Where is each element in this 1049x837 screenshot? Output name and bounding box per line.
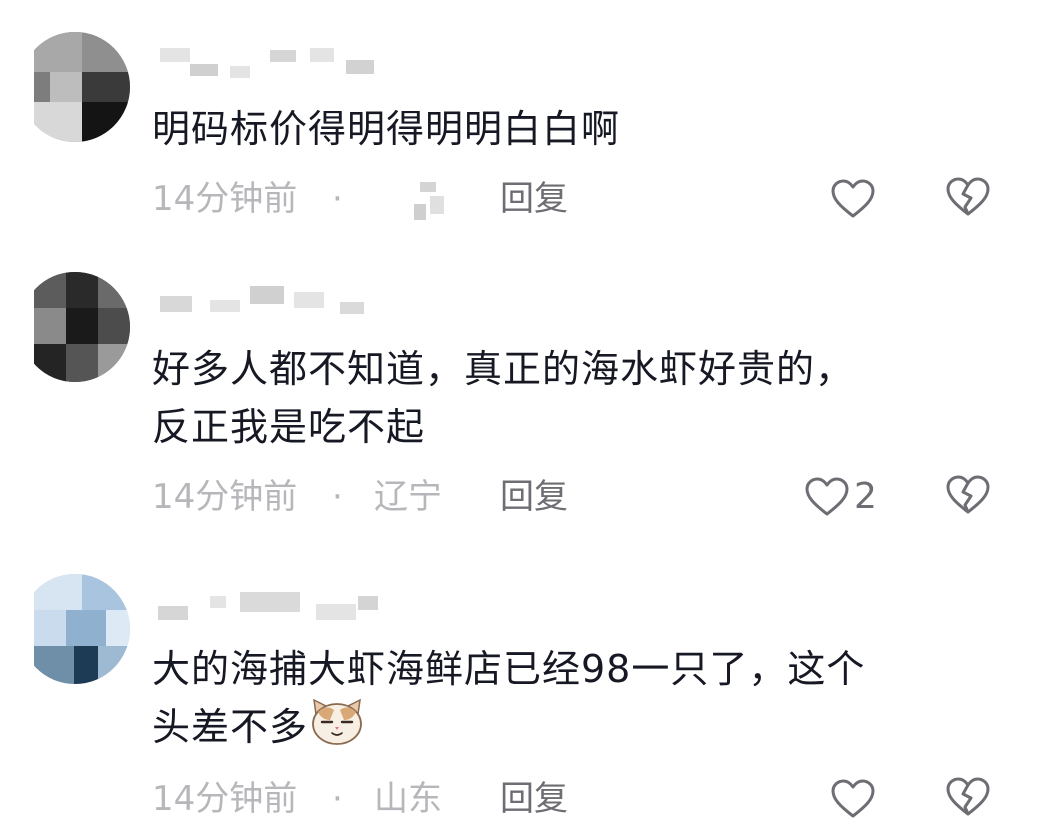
blurred-avatar-icon — [34, 574, 130, 684]
reply-button[interactable]: 回复 — [500, 174, 568, 224]
comment-location: 山东 — [374, 779, 442, 819]
heart-outline-icon — [831, 179, 875, 218]
broken-heart-icon — [946, 777, 990, 816]
reply-button[interactable]: 回复 — [500, 472, 568, 522]
reply-button[interactable]: 回复 — [500, 774, 568, 824]
like-count: 2 — [854, 476, 877, 517]
comment-text: 好多人都不知道，真正的海水虾好贵的， 反正我是吃不起 — [152, 347, 855, 449]
comment-time: 14分钟前 — [152, 477, 298, 517]
avatar[interactable] — [20, 32, 130, 142]
meta-separator: · — [332, 779, 343, 819]
dislike-button[interactable] — [945, 776, 991, 822]
comment-meta: 14分钟前 · 辽宁 回复 — [152, 472, 1032, 522]
location-blurred — [414, 182, 450, 222]
nickname-blurred[interactable] — [150, 592, 380, 622]
nickname-blurred[interactable] — [150, 286, 380, 316]
like-button[interactable] — [830, 174, 880, 224]
meta-separator: · — [332, 477, 343, 517]
smug-cat-emoji-icon — [312, 698, 362, 745]
comment-time: 14分钟前 — [152, 779, 298, 819]
nickname-blurred[interactable] — [150, 48, 380, 78]
dislike-button[interactable] — [945, 474, 991, 520]
comment-text: 明码标价得明得明明白白啊 — [152, 107, 621, 151]
like-button[interactable] — [830, 774, 880, 824]
comment-time: 14分钟前 — [152, 179, 298, 219]
like-button[interactable]: 2 — [804, 472, 894, 522]
dislike-button[interactable] — [945, 176, 991, 222]
broken-heart-icon — [946, 475, 990, 514]
broken-heart-icon — [946, 177, 990, 216]
comment-location: 辽宁 — [374, 477, 442, 517]
avatar[interactable] — [20, 574, 130, 684]
heart-outline-icon — [831, 779, 875, 818]
comment-text: 大的海捕大虾海鲜店已经98一只了，这个 头差不多 — [152, 640, 1012, 756]
heart-outline-icon — [805, 477, 849, 516]
comment-text-content: 大的海捕大虾海鲜店已经98一只了，这个 头差不多 — [152, 647, 866, 749]
meta-separator: · — [332, 179, 343, 219]
comment-meta: 14分钟前 · 回复 — [152, 174, 1032, 224]
comment-meta: 14分钟前 · 山东 回复 — [152, 774, 1032, 824]
blurred-avatar-icon — [34, 32, 130, 142]
avatar[interactable] — [20, 272, 130, 382]
blurred-avatar-icon — [34, 272, 130, 382]
